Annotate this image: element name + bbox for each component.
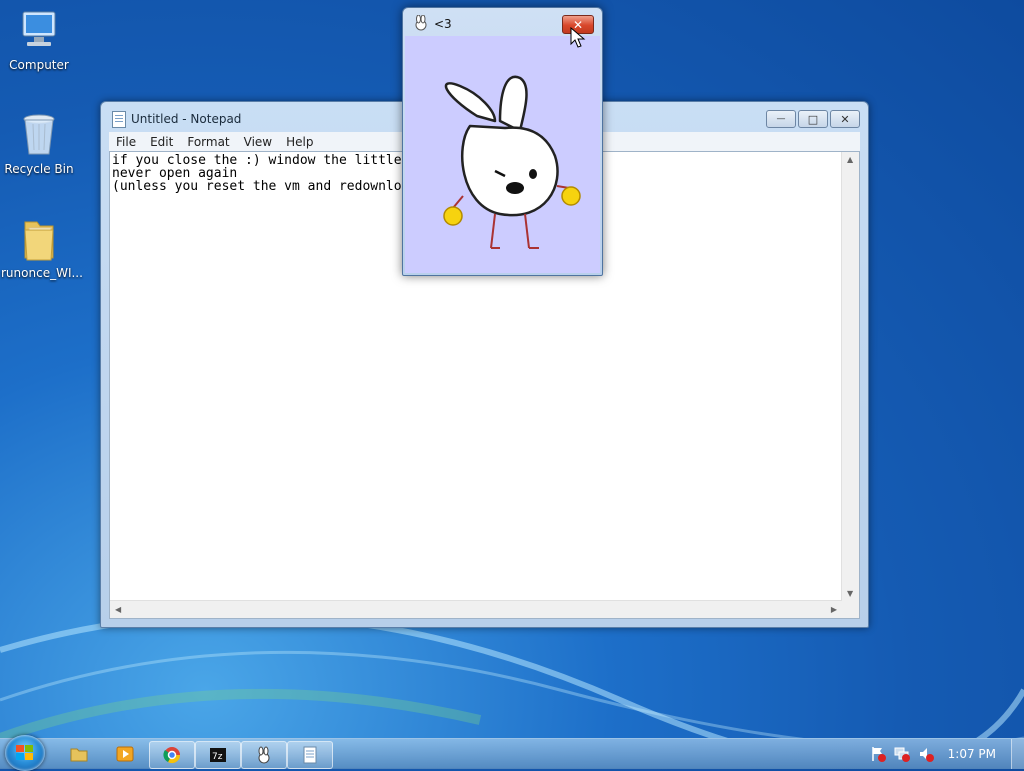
7zip-icon: 7z	[210, 748, 226, 762]
menu-view[interactable]: View	[237, 135, 279, 149]
taskbar-chrome[interactable]	[149, 741, 195, 769]
desktop-icon-recycle-bin[interactable]: Recycle Bin	[1, 112, 77, 176]
heart-window-title: <3	[434, 17, 452, 31]
bunny-icon	[415, 15, 427, 31]
show-desktop-button[interactable]	[1011, 739, 1024, 769]
close-icon: ✕	[840, 112, 850, 126]
maximize-icon: □	[807, 112, 819, 126]
notepad-title: Untitled - Notepad	[131, 112, 242, 126]
computer-icon	[15, 8, 63, 54]
desktop-icon-computer[interactable]: Computer	[1, 8, 77, 72]
taskbar-clock[interactable]: 1:07 PM	[948, 747, 996, 761]
chrome-icon	[163, 747, 181, 764]
explorer-icon	[70, 748, 88, 762]
taskbar: 7z 1:07 PM	[0, 735, 1024, 771]
taskbar-bunny-app[interactable]	[241, 741, 287, 769]
vertical-scrollbar[interactable]: ▲ ▼	[841, 152, 859, 601]
start-button[interactable]	[5, 735, 45, 771]
resize-grip[interactable]	[842, 601, 859, 618]
minimize-button[interactable]: —	[766, 110, 796, 128]
windows-logo-icon	[16, 745, 33, 760]
maximize-button[interactable]: □	[798, 110, 828, 128]
menu-format[interactable]: Format	[180, 135, 236, 149]
scroll-down-icon[interactable]: ▼	[847, 589, 853, 598]
bunny-canvas	[405, 36, 600, 273]
action-center-flag-icon[interactable]	[870, 746, 886, 762]
horizontal-scrollbar[interactable]: ◀ ▶	[110, 600, 842, 618]
menu-help[interactable]: Help	[279, 135, 320, 149]
svg-text:7z: 7z	[212, 752, 223, 762]
system-tray: 1:07 PM	[864, 739, 1024, 769]
close-button[interactable]: ✕	[830, 110, 860, 128]
taskbar-7zip[interactable]: 7z	[195, 741, 241, 769]
menu-edit[interactable]: Edit	[143, 135, 180, 149]
desktop-icon-label: Recycle Bin	[4, 162, 74, 176]
minimize-icon: —	[776, 114, 786, 124]
desktop-icon-label: Computer	[9, 58, 69, 72]
taskbar-notepad[interactable]	[287, 741, 333, 769]
taskbar-media-player[interactable]	[103, 741, 147, 767]
recycle-bin-icon	[15, 112, 63, 158]
folder-icon	[15, 216, 63, 262]
menu-file[interactable]: File	[109, 135, 143, 149]
scroll-right-icon[interactable]: ▶	[831, 605, 837, 614]
notepad-icon	[303, 746, 317, 764]
caption-buttons: — □ ✕	[766, 110, 860, 128]
volume-muted-icon[interactable]	[918, 746, 934, 762]
desktop-icon-folder[interactable]: runonce_WI...	[1, 216, 83, 280]
bunny-icon	[258, 746, 270, 764]
network-icon[interactable]	[894, 746, 910, 762]
media-player-icon	[116, 746, 134, 762]
bunny-drawing	[443, 75, 581, 249]
notepad-icon	[112, 111, 126, 128]
desktop-icon-label: runonce_WI...	[1, 266, 83, 280]
scroll-up-icon[interactable]: ▲	[847, 155, 853, 164]
mouse-cursor-icon	[570, 27, 586, 48]
taskbar-explorer[interactable]	[57, 741, 101, 767]
scroll-left-icon[interactable]: ◀	[115, 605, 121, 614]
